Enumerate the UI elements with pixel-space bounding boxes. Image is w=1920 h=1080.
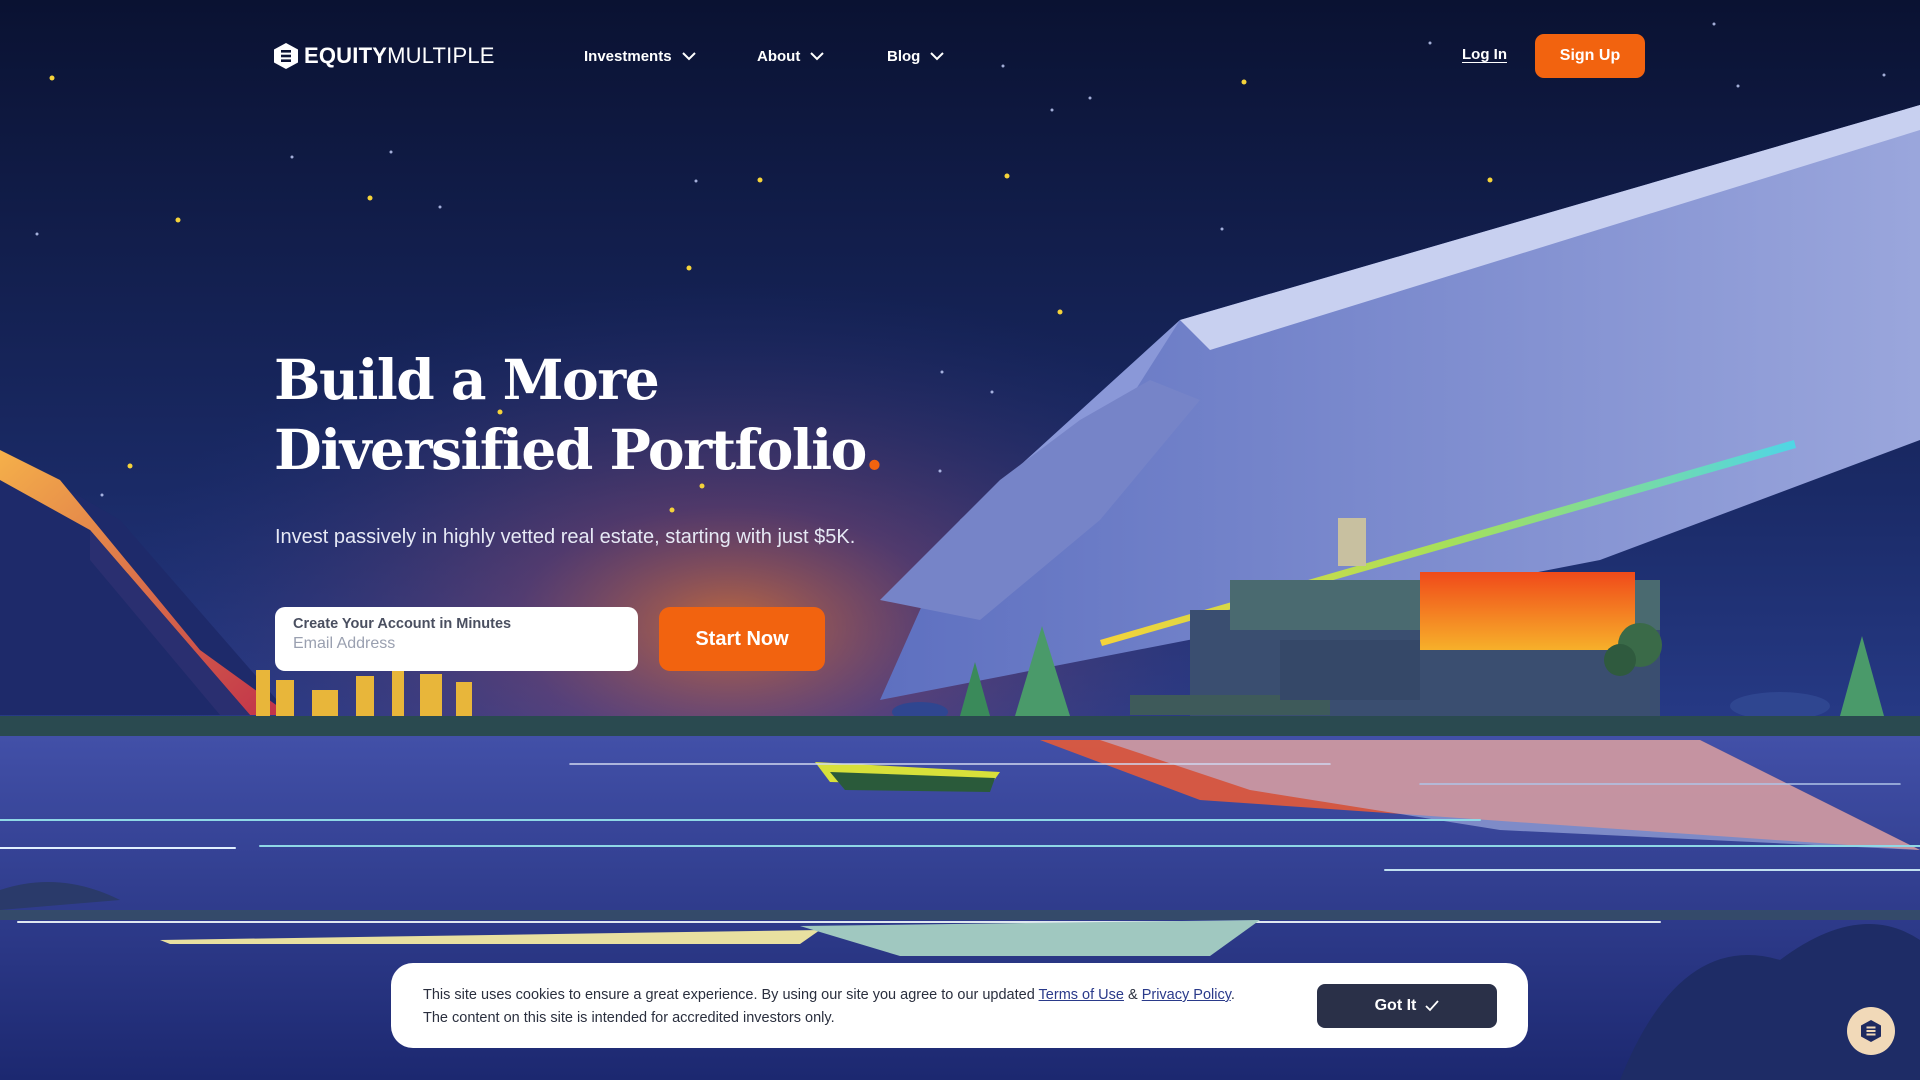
nav-about-label: About bbox=[757, 47, 801, 65]
cookie-message: This site uses cookies to ensure a great… bbox=[423, 984, 1235, 1030]
headline-accent-dot: . bbox=[864, 417, 884, 482]
headline-line-2: Diversified Portfolio bbox=[274, 417, 866, 482]
cookie-banner: This site uses cookies to ensure a great… bbox=[391, 963, 1528, 1048]
email-signup-field[interactable]: Create Your Account in Minutes bbox=[275, 607, 638, 671]
brand-name: EQUITYMULTIPLE bbox=[304, 43, 495, 68]
nav-about[interactable]: About bbox=[757, 42, 825, 70]
nav-blog[interactable]: Blog bbox=[887, 42, 945, 70]
got-it-label: Got It bbox=[1374, 997, 1417, 1014]
login-link[interactable]: Log In bbox=[1462, 46, 1507, 63]
cookie-period: . bbox=[1230, 987, 1235, 1003]
nav-blog-label: Blog bbox=[887, 47, 921, 65]
chat-icon bbox=[1861, 1020, 1881, 1042]
brand-logo[interactable]: EQUITYMULTIPLE bbox=[274, 42, 495, 70]
cookie-text-accredited: The content on this site is intended for… bbox=[423, 1010, 835, 1026]
privacy-policy-link[interactable]: Privacy Policy bbox=[1142, 987, 1231, 1003]
terms-of-use-link[interactable]: Terms of Use bbox=[1039, 987, 1124, 1003]
top-nav: EQUITYMULTIPLE Investments About Blog Lo… bbox=[0, 0, 1920, 112]
start-now-button[interactable]: Start Now bbox=[659, 607, 825, 671]
email-field-label: Create Your Account in Minutes bbox=[293, 616, 512, 632]
check-icon bbox=[1425, 1000, 1440, 1012]
nav-investments-label: Investments bbox=[584, 47, 672, 65]
signup-button[interactable]: Sign Up bbox=[1535, 34, 1645, 78]
hero-headline: Build a More Diversified Portfolio. bbox=[274, 345, 884, 485]
cookie-text-main: This site uses cookies to ensure a great… bbox=[423, 987, 1039, 1003]
equitymultiple-logo-icon bbox=[274, 43, 298, 69]
cookie-amp: & bbox=[1123, 987, 1142, 1003]
email-input[interactable] bbox=[293, 635, 613, 653]
headline-line-1: Build a More bbox=[274, 347, 660, 412]
chat-button[interactable] bbox=[1847, 1007, 1895, 1055]
chevron-down-icon bbox=[930, 52, 945, 61]
got-it-button[interactable]: Got It bbox=[1317, 984, 1497, 1028]
page: EQUITYMULTIPLE Investments About Blog Lo… bbox=[0, 0, 1920, 1080]
nav-investments[interactable]: Investments bbox=[584, 42, 696, 70]
hero-subhead: Invest passively in highly vetted real e… bbox=[275, 526, 856, 548]
chevron-down-icon bbox=[681, 52, 696, 61]
chevron-down-icon bbox=[810, 52, 825, 61]
